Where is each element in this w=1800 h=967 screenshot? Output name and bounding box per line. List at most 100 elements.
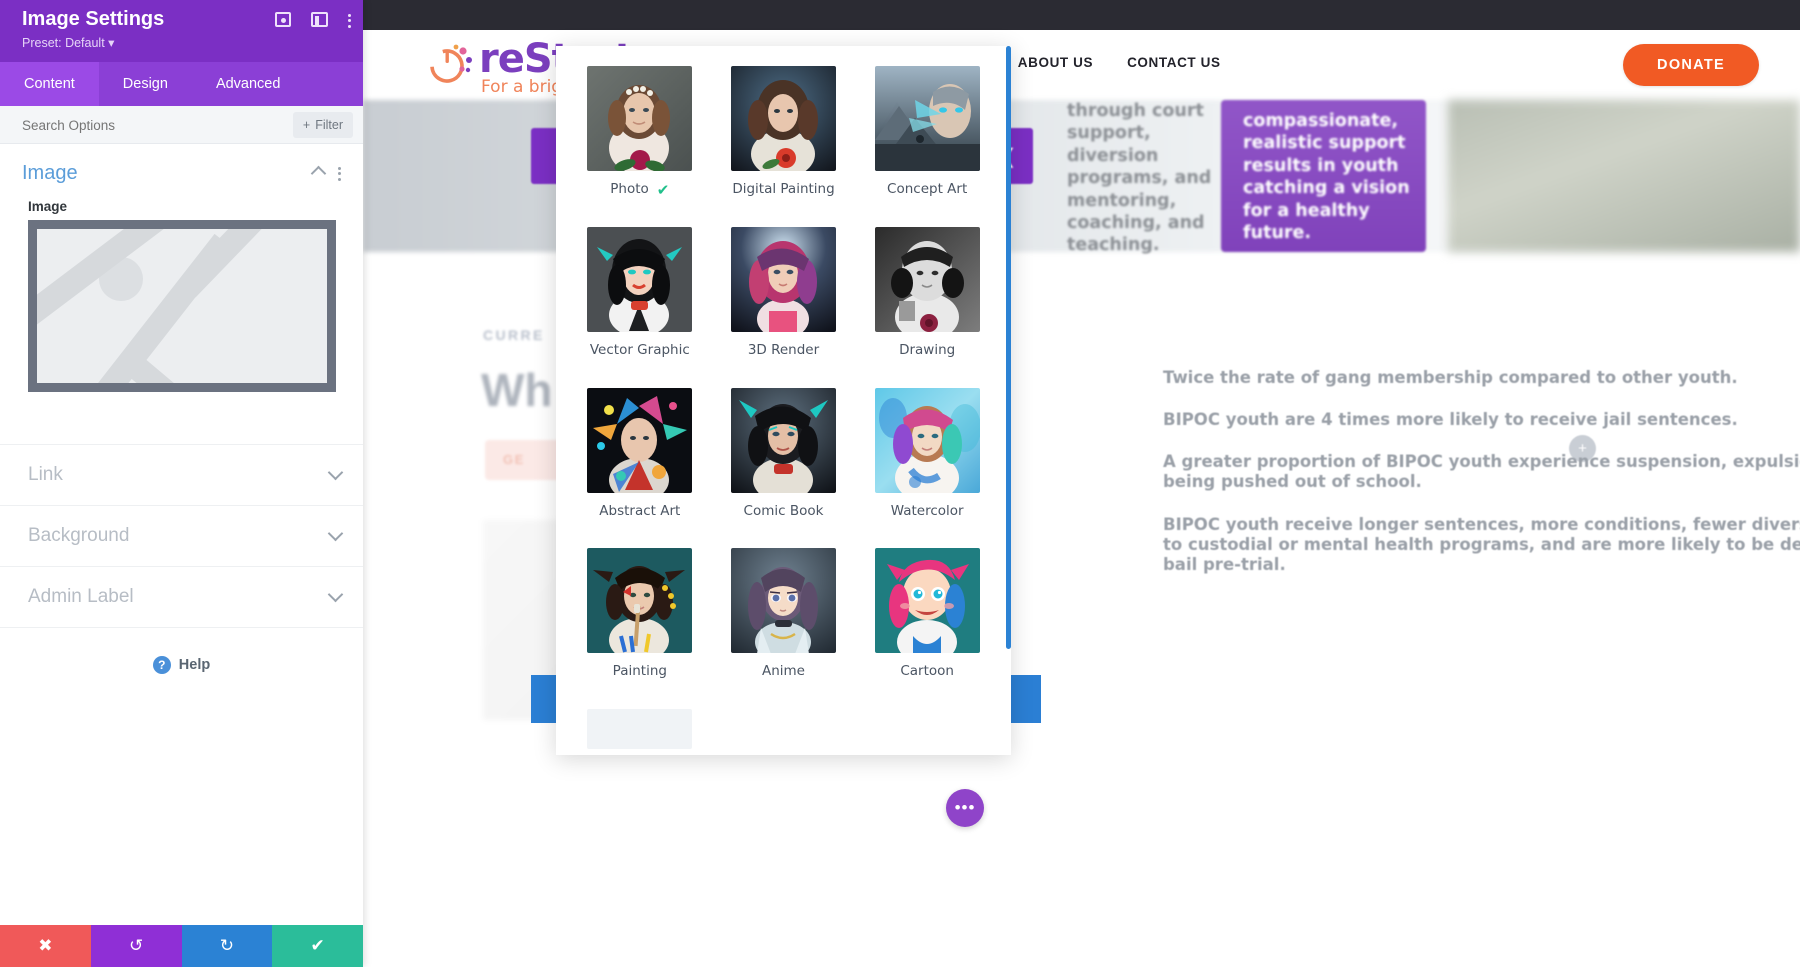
nav-item-contact-us[interactable]: CONTACT US bbox=[1127, 55, 1221, 70]
help-label: Help bbox=[179, 657, 210, 673]
style-label: Anime bbox=[762, 663, 805, 679]
list-item: BIPOC youth receive longer sentences, mo… bbox=[1163, 515, 1800, 575]
style-option-vector-graphic[interactable]: Vector Graphic bbox=[580, 227, 700, 388]
chevron-down-icon[interactable] bbox=[328, 526, 344, 542]
page-title: Image Settings bbox=[22, 8, 164, 31]
style-thumbnail-anime[interactable] bbox=[731, 548, 836, 653]
settings-tabs[interactable]: Content Design Advanced bbox=[0, 62, 363, 106]
tab-advanced[interactable]: Advanced bbox=[192, 62, 305, 106]
list-item: BIPOC youth are 4 times more likely to r… bbox=[1163, 410, 1800, 430]
style-option-digital-painting[interactable]: Digital Painting bbox=[724, 66, 844, 227]
style-thumbnail-abstract-art[interactable] bbox=[587, 388, 692, 493]
style-label-row: Photo ✔ bbox=[580, 181, 700, 221]
style-label: Comic Book bbox=[744, 503, 824, 519]
section-background[interactable]: Background bbox=[0, 505, 363, 566]
style-label-row: Watercolor bbox=[867, 503, 987, 543]
style-label: Abstract Art bbox=[599, 503, 680, 519]
style-option-cartoon[interactable]: Cartoon bbox=[867, 548, 987, 709]
hero-photo bbox=[1448, 100, 1800, 252]
style-thumbnail-vector-graphic[interactable] bbox=[587, 227, 692, 332]
style-label-row: 3D Render bbox=[724, 342, 844, 382]
style-option-anime[interactable]: Anime bbox=[724, 548, 844, 709]
style-grid: Photo ✔ bbox=[556, 46, 1011, 755]
search-bar[interactable]: + Filter bbox=[0, 106, 363, 144]
header-icon-group[interactable] bbox=[275, 12, 351, 29]
tab-design[interactable]: Design bbox=[99, 62, 192, 106]
section-header-controls[interactable] bbox=[313, 167, 341, 181]
style-label-row: Cartoon bbox=[867, 663, 987, 703]
section-image-header[interactable]: Image bbox=[0, 144, 363, 195]
style-option-partial bbox=[724, 709, 844, 755]
settings-footer-actions[interactable]: ✖ ↺ ↻ ✔ bbox=[0, 925, 363, 967]
style-label: Photo bbox=[610, 181, 649, 197]
donate-button[interactable]: DONATE bbox=[1623, 44, 1759, 86]
style-thumbnail-watercolor[interactable] bbox=[875, 388, 980, 493]
style-thumbnail-digital-painting[interactable] bbox=[731, 66, 836, 171]
builder-fab-button[interactable]: ••• bbox=[946, 789, 984, 827]
filter-label: Filter bbox=[315, 118, 343, 132]
style-option-watercolor[interactable]: Watercolor bbox=[867, 388, 987, 549]
preset-selector[interactable]: Preset: Default ▾ bbox=[22, 35, 114, 50]
tab-content[interactable]: Content bbox=[0, 62, 99, 106]
picker-scrollbar[interactable] bbox=[1006, 46, 1011, 755]
list-item: A greater proportion of BIPOC youth expe… bbox=[1163, 452, 1800, 492]
statistics-list: Twice the rate of gang membership compar… bbox=[1163, 368, 1800, 597]
image-upload-placeholder[interactable] bbox=[28, 220, 336, 392]
section-eyebrow: CURRE bbox=[483, 327, 545, 343]
settings-scroll-area[interactable]: Image Image Link Background bbox=[0, 144, 363, 925]
search-input[interactable] bbox=[22, 106, 272, 144]
field-label-image: Image bbox=[0, 195, 363, 220]
style-thumbnail-partial[interactable] bbox=[587, 709, 692, 749]
style-thumbnail-photo[interactable] bbox=[587, 66, 692, 171]
style-label: Digital Painting bbox=[732, 181, 834, 197]
style-thumbnail-3d-render[interactable] bbox=[731, 227, 836, 332]
gray-column-text: through court support, diversion program… bbox=[1067, 100, 1232, 257]
style-option-concept-art[interactable]: Concept Art bbox=[867, 66, 987, 227]
style-label: Painting bbox=[613, 663, 667, 679]
style-label-row: Anime bbox=[724, 663, 844, 703]
section-link[interactable]: Link bbox=[0, 444, 363, 505]
chevron-up-icon[interactable] bbox=[311, 166, 327, 182]
focus-icon[interactable] bbox=[275, 12, 291, 29]
section-cta-label: GE bbox=[503, 452, 525, 467]
filter-button[interactable]: + Filter bbox=[293, 112, 353, 138]
chevron-down-icon[interactable] bbox=[328, 587, 344, 603]
plus-icon: + bbox=[303, 118, 310, 132]
section-admin-label[interactable]: Admin Label bbox=[0, 566, 363, 627]
nav-item-about-us[interactable]: ABOUT US bbox=[1018, 55, 1093, 70]
section-more-icon[interactable] bbox=[338, 167, 341, 181]
style-thumbnail-cartoon[interactable] bbox=[875, 548, 980, 653]
split-view-icon[interactable] bbox=[311, 12, 328, 29]
chevron-down-icon: ▾ bbox=[108, 36, 114, 50]
help-link[interactable]: ? Help bbox=[0, 627, 363, 674]
style-label: Concept Art bbox=[887, 181, 967, 197]
style-option-drawing[interactable]: Drawing bbox=[867, 227, 987, 388]
section-heading: Wh bbox=[481, 363, 553, 417]
style-label: Drawing bbox=[899, 342, 955, 358]
redo-button[interactable]: ↻ bbox=[182, 925, 273, 967]
discard-button[interactable]: ✖ bbox=[0, 925, 91, 967]
section-title-admin-label: Admin Label bbox=[28, 586, 134, 608]
style-label-row: Painting bbox=[580, 663, 700, 703]
image-settings-panel[interactable]: Image Settings Preset: Default ▾ Content… bbox=[0, 0, 363, 967]
style-option-3d-render[interactable]: 3D Render bbox=[724, 227, 844, 388]
more-options-icon[interactable] bbox=[348, 14, 351, 28]
style-thumbnail-comic-book[interactable] bbox=[731, 388, 836, 493]
style-option-photo[interactable]: Photo ✔ bbox=[580, 66, 700, 227]
style-option-abstract-art[interactable]: Abstract Art bbox=[580, 388, 700, 549]
style-thumbnail-painting[interactable] bbox=[587, 548, 692, 653]
restart-logo-icon bbox=[425, 42, 473, 90]
picker-scrollbar-thumb[interactable] bbox=[1006, 46, 1011, 649]
save-button[interactable]: ✔ bbox=[272, 925, 363, 967]
ai-style-picker-modal[interactable]: Photo ✔ bbox=[556, 46, 1011, 755]
style-option-painting[interactable]: Painting bbox=[580, 548, 700, 709]
style-label-row: Drawing bbox=[867, 342, 987, 382]
style-option-comic-book[interactable]: Comic Book bbox=[724, 388, 844, 549]
undo-button[interactable]: ↺ bbox=[91, 925, 182, 967]
style-thumbnail-drawing[interactable] bbox=[875, 227, 980, 332]
style-thumbnail-concept-art[interactable] bbox=[875, 66, 980, 171]
style-option-partial[interactable] bbox=[580, 709, 700, 755]
preset-label: Preset: Default bbox=[22, 36, 105, 50]
section-title-link: Link bbox=[28, 464, 63, 486]
chevron-down-icon[interactable] bbox=[328, 465, 344, 481]
